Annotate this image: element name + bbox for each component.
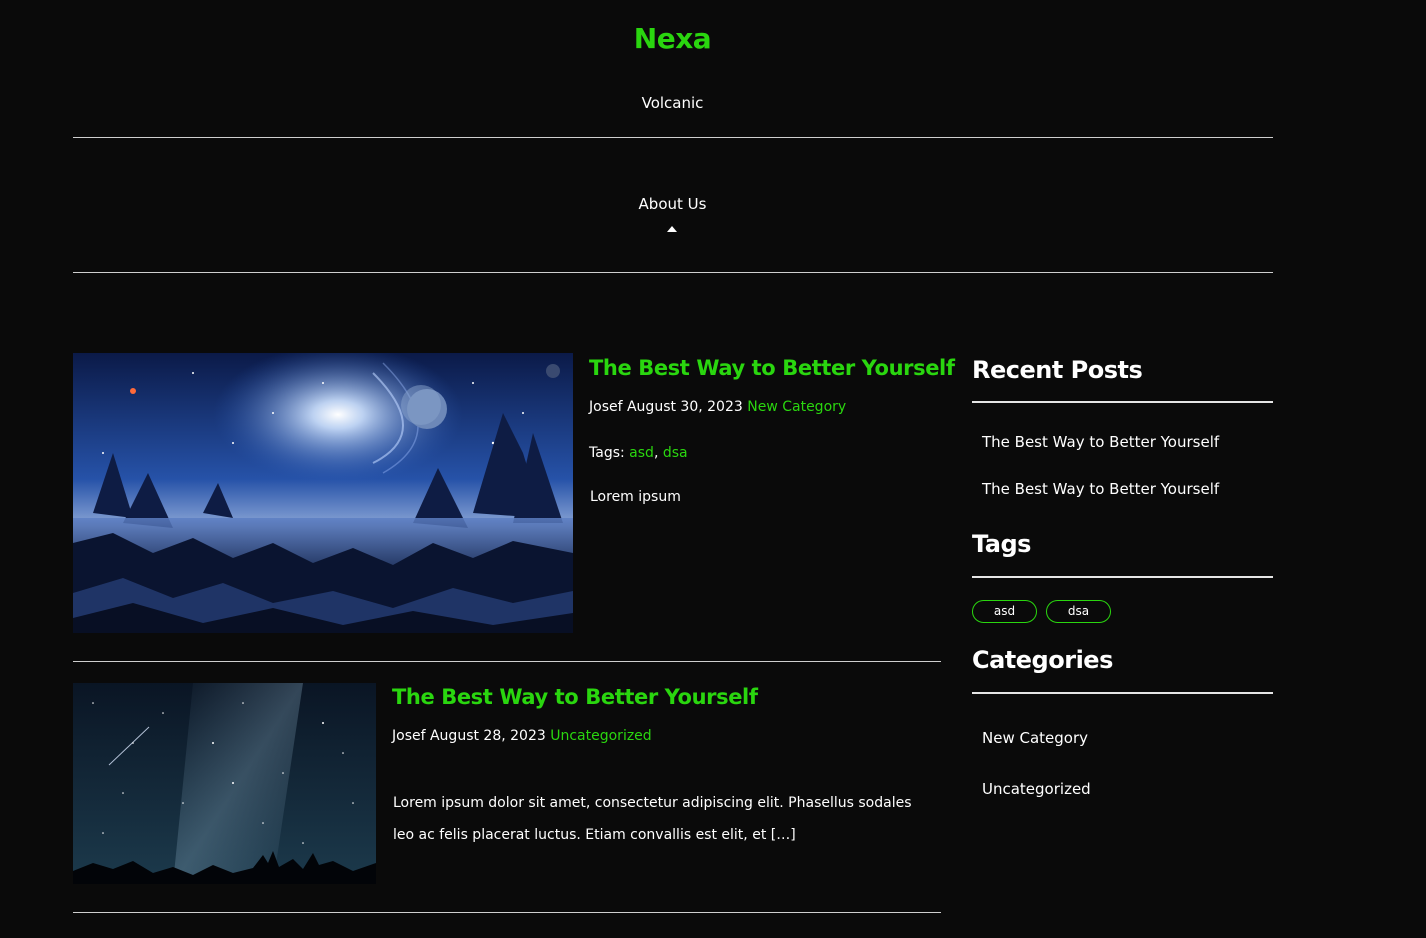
post-meta: Josef August 28, 2023 Uncategorized	[392, 728, 652, 744]
tags-label: Tags:	[589, 445, 625, 461]
header-divider	[73, 137, 1273, 138]
caret-up-icon	[667, 226, 677, 232]
category-link-uncategorized[interactable]: Uncategorized	[982, 780, 1091, 798]
post-tag-link[interactable]: dsa	[663, 445, 688, 461]
tag-separator: ,	[653, 445, 663, 461]
tag-pill-asd[interactable]: asd	[972, 600, 1037, 623]
post-title[interactable]: The Best Way to Better Yourself	[392, 685, 758, 709]
post-title[interactable]: The Best Way to Better Yourself	[589, 356, 955, 380]
post-date[interactable]: August 28, 2023	[430, 728, 546, 744]
post-meta: Josef August 30, 2023 New Category	[589, 399, 846, 415]
post-thumbnail[interactable]	[73, 683, 376, 884]
post-excerpt: Lorem ipsum dolor sit amet, consectetur …	[393, 795, 912, 843]
nav-item-about-us[interactable]: About Us	[0, 195, 1345, 213]
post-tag-link[interactable]: asd	[629, 445, 654, 461]
site-tagline: Volcanic	[641, 94, 704, 112]
widget-divider	[972, 576, 1273, 578]
tag-pill-dsa[interactable]: dsa	[1046, 600, 1111, 623]
widget-divider	[972, 692, 1273, 694]
post-thumbnail[interactable]	[73, 353, 573, 633]
recent-post-link[interactable]: The Best Way to Better Yourself	[982, 480, 1219, 498]
post-date[interactable]: August 30, 2023	[627, 399, 743, 415]
categories-heading: Categories	[972, 646, 1113, 674]
post-author[interactable]: Josef	[589, 399, 623, 415]
nav-divider	[73, 272, 1273, 273]
tags-heading: Tags	[972, 530, 1031, 558]
post-author[interactable]: Josef	[392, 728, 426, 744]
category-link-new-category[interactable]: New Category	[982, 729, 1088, 747]
alien-lake-landscape-image	[73, 353, 573, 633]
post-divider	[73, 912, 941, 913]
widget-divider	[972, 401, 1273, 403]
post-category-link[interactable]: New Category	[747, 399, 846, 415]
post-excerpt: Lorem ipsum	[590, 489, 681, 505]
recent-posts-heading: Recent Posts	[972, 356, 1143, 384]
site-title[interactable]: Nexa	[0, 22, 1345, 55]
milky-way-night-sky-image	[73, 683, 376, 884]
recent-post-link[interactable]: The Best Way to Better Yourself	[982, 433, 1219, 451]
post-divider	[73, 661, 941, 662]
post-category-link[interactable]: Uncategorized	[550, 728, 651, 744]
post-tags: Tags: asd, dsa	[589, 445, 688, 461]
